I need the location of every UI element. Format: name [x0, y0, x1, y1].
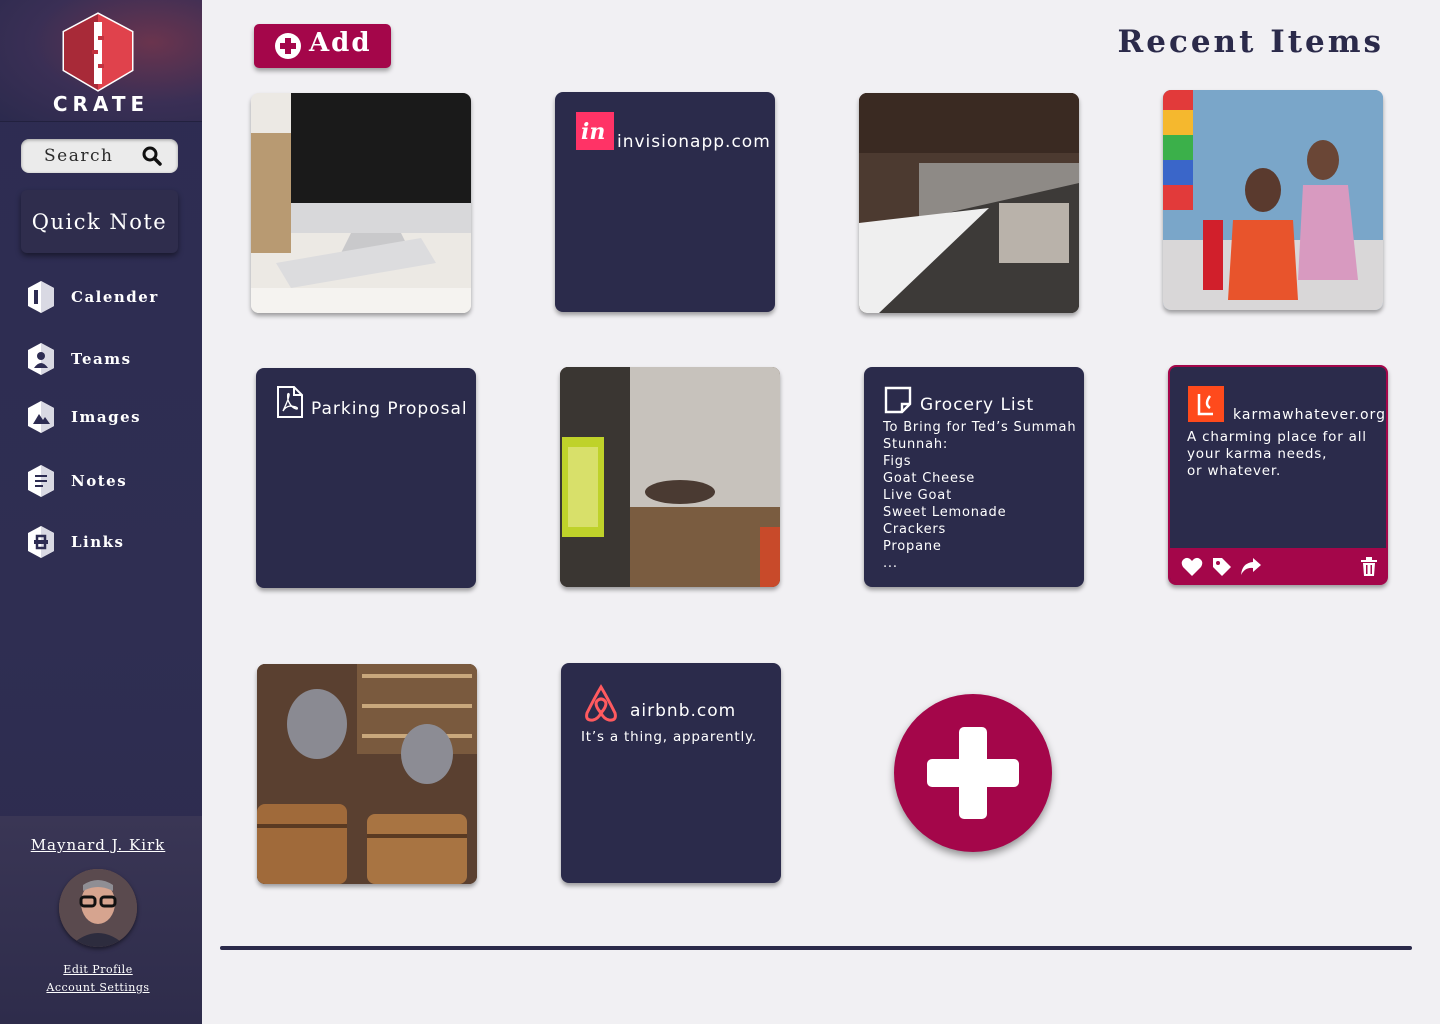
sidebar-item-label: Teams [71, 350, 132, 368]
sidebar: CRATE Search Quick Note Calender Teams I… [0, 0, 202, 1024]
document-card-parking[interactable]: Parking Proposal [256, 368, 476, 588]
sidebar-item-label: Images [71, 408, 142, 426]
search-icon[interactable] [142, 146, 162, 166]
share-icon[interactable] [1240, 557, 1262, 577]
note-body: To Bring for Ted’s Summah Stunnah: Figs … [883, 419, 1076, 572]
office-photo [859, 93, 1079, 313]
pdf-document-icon [277, 386, 303, 418]
tag-icon[interactable] [1212, 557, 1232, 577]
footer-divider [220, 946, 1412, 950]
card-title: karmawhatever.org [1233, 407, 1386, 423]
edit-profile-link[interactable]: Edit Profile [0, 963, 196, 976]
link-description: It’s a thing, apparently. [581, 729, 757, 745]
image-card-parade[interactable] [1163, 90, 1383, 310]
sidebar-item-label: Calender [71, 288, 159, 306]
add-button[interactable]: Add [254, 24, 391, 68]
images-icon [28, 401, 54, 433]
description-line: your karma needs, [1187, 446, 1328, 462]
user-name-link[interactable]: Maynard J. Kirk [0, 836, 196, 854]
brand-header: CRATE [0, 0, 202, 122]
sidebar-item-teams[interactable]: Teams [26, 342, 196, 376]
link-card-airbnb[interactable]: airbnb.com It’s a thing, apparently. [561, 663, 781, 883]
profile-panel: Maynard J. Kirk Edit Profile Account Set… [0, 816, 202, 1024]
parade-photo [1163, 90, 1383, 310]
card-action-bar [1170, 548, 1386, 583]
note-line: Figs [883, 454, 912, 469]
card-title: Parking Proposal [311, 399, 468, 419]
card-title: airbnb.com [630, 701, 737, 721]
image-card-office[interactable] [859, 93, 1079, 313]
avatar-image [59, 869, 137, 947]
note-line: To Bring for Ted’s Summah [883, 420, 1077, 435]
sidebar-item-images[interactable]: Images [26, 400, 196, 434]
search-input[interactable]: Search [21, 139, 178, 173]
add-button-label: Add [309, 28, 372, 58]
crate-logo-icon[interactable] [60, 12, 136, 92]
note-line: Propane [883, 539, 942, 554]
card-title: Grocery List [920, 395, 1035, 415]
invision-logo-icon: in [576, 112, 614, 150]
search-placeholder: Search [44, 146, 114, 166]
plus-circle-icon [275, 33, 301, 59]
winebar-photo [257, 664, 477, 884]
note-line: ... [883, 556, 898, 571]
card-title: invisionapp.com [617, 132, 771, 152]
avatar[interactable] [59, 869, 137, 947]
trash-icon[interactable] [1360, 557, 1378, 577]
image-card-desk[interactable] [251, 93, 471, 313]
description-line: or whatever. [1187, 463, 1282, 479]
desk-photo [251, 93, 471, 313]
account-settings-link[interactable]: Account Settings [0, 981, 196, 994]
svg-text:in: in [581, 119, 605, 145]
sidebar-item-label: Notes [71, 472, 128, 490]
airbnb-logo-icon [585, 684, 617, 722]
calendar-icon [28, 281, 54, 313]
links-icon [28, 526, 54, 558]
note-line: Sweet Lemonade [883, 505, 1007, 520]
note-line: Goat Cheese [883, 471, 976, 486]
page-title: Recent Items [1117, 24, 1384, 60]
link-description: A charming place for all your karma need… [1187, 429, 1367, 480]
coworking-photo [560, 367, 780, 587]
image-card-winebar[interactable] [257, 664, 477, 884]
link-card-invision[interactable]: in invisionapp.com [555, 92, 775, 312]
notes-icon [28, 465, 54, 497]
sidebar-item-links[interactable]: Links [26, 525, 196, 559]
image-card-coworking[interactable] [560, 367, 780, 587]
heart-icon[interactable] [1181, 557, 1203, 577]
plus-icon [927, 727, 1019, 819]
teams-icon [28, 343, 54, 375]
note-line: Crackers [883, 522, 947, 537]
note-card-grocery[interactable]: Grocery List To Bring for Ted’s Summah S… [864, 367, 1084, 587]
sidebar-item-notes[interactable]: Notes [26, 464, 196, 498]
description-line: A charming place for all [1187, 429, 1367, 445]
note-line: Live Goat [883, 488, 952, 503]
brand-name: CRATE [52, 92, 150, 116]
karma-logo-icon [1188, 386, 1224, 422]
link-card-karma[interactable]: karmawhatever.org A charming place for a… [1168, 365, 1388, 585]
add-item-button[interactable] [894, 694, 1052, 852]
quick-note-button[interactable]: Quick Note [21, 190, 178, 253]
note-line: Stunnah: [883, 437, 949, 452]
sidebar-item-calender[interactable]: Calender [26, 280, 196, 314]
sticky-note-icon [884, 386, 912, 414]
sidebar-item-label: Links [71, 533, 125, 551]
